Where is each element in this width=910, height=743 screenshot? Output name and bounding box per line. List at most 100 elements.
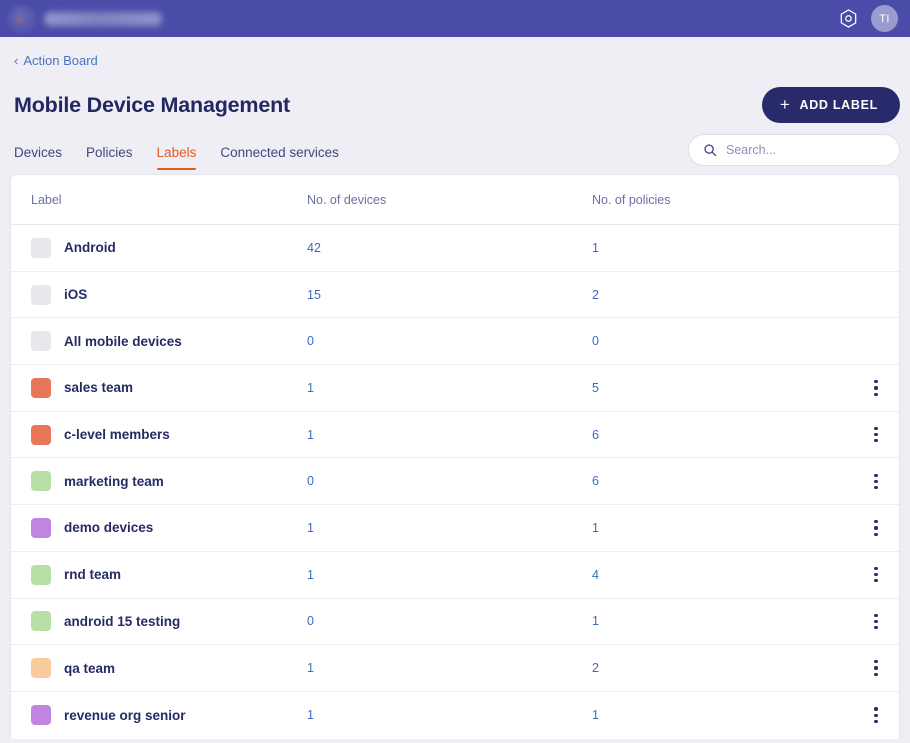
policy-count-link[interactable]: 1 — [592, 614, 599, 628]
label-name: Android — [64, 240, 116, 256]
table-row[interactable]: demo devices 1 1 — [11, 505, 899, 552]
device-count-link[interactable]: 15 — [307, 288, 321, 302]
cell-label: iOS — [11, 284, 307, 305]
policy-count-link[interactable]: 1 — [592, 521, 599, 535]
device-count-link[interactable]: 1 — [307, 708, 314, 722]
cell-device-count: 1 — [307, 379, 592, 397]
device-count-link[interactable]: 1 — [307, 428, 314, 442]
cell-actions — [853, 471, 899, 491]
label-name: All mobile devices — [64, 333, 182, 349]
device-count-link[interactable]: 0 — [307, 474, 314, 488]
tab-labels[interactable]: Labels — [156, 145, 196, 170]
cell-device-count: 1 — [307, 426, 592, 444]
table-body: Android 42 1 iOS 15 2 All mobile devices 0 0 sale… — [11, 225, 899, 739]
cell-device-count: 1 — [307, 706, 592, 724]
search-box[interactable] — [688, 134, 900, 166]
cell-policy-count: 6 — [592, 472, 853, 490]
policy-count-link[interactable]: 6 — [592, 474, 599, 488]
policy-count-link[interactable]: 4 — [592, 568, 599, 582]
policy-count-link[interactable]: 2 — [592, 288, 599, 302]
cell-device-count: 0 — [307, 332, 592, 350]
add-label-button[interactable]: + ADD LABEL — [761, 87, 900, 123]
kebab-menu-icon[interactable] — [866, 705, 886, 725]
tab-devices[interactable]: Devices — [14, 145, 62, 170]
label-name: iOS — [64, 287, 88, 303]
cell-label: revenue org senior — [11, 705, 307, 726]
kebab-menu-icon[interactable] — [866, 565, 886, 585]
cell-actions — [853, 611, 899, 631]
table-row[interactable]: sales team 1 5 — [11, 365, 899, 412]
app-logo-icon — [8, 4, 36, 33]
page-body: ‹ Action Board Mobile Device Management … — [0, 37, 910, 739]
label-name: demo devices — [64, 520, 154, 536]
label-color-swatch — [31, 424, 51, 445]
table-row[interactable]: rnd team 1 4 — [11, 552, 899, 599]
cell-actions — [853, 565, 899, 585]
kebab-menu-icon[interactable] — [866, 471, 886, 491]
kebab-menu-icon[interactable] — [866, 658, 886, 678]
hexagon-gear-icon[interactable] — [838, 8, 859, 29]
policy-count-link[interactable]: 5 — [592, 381, 599, 395]
label-color-swatch — [31, 517, 51, 538]
top-navigation-bar: TI — [0, 0, 910, 37]
label-name: c-level members — [64, 427, 170, 443]
kebab-menu-icon[interactable] — [866, 611, 886, 631]
avatar[interactable]: TI — [871, 5, 898, 32]
cell-policy-count: 1 — [592, 612, 853, 630]
label-color-swatch — [31, 705, 51, 726]
search-input[interactable] — [726, 143, 885, 157]
device-count-link[interactable]: 1 — [307, 568, 314, 582]
cell-device-count: 42 — [307, 239, 592, 257]
device-count-link[interactable]: 0 — [307, 334, 314, 348]
breadcrumb-label: Action Board — [23, 53, 98, 68]
label-color-swatch — [31, 471, 51, 492]
page-title: Mobile Device Management — [14, 92, 290, 117]
device-count-link[interactable]: 0 — [307, 614, 314, 628]
table-row[interactable]: c-level members 1 6 — [11, 412, 899, 459]
policy-count-link[interactable]: 1 — [592, 241, 599, 255]
label-name: marketing team — [64, 473, 164, 489]
kebab-menu-icon[interactable] — [866, 378, 886, 398]
cell-device-count: 1 — [307, 659, 592, 677]
cell-label: sales team — [11, 377, 307, 398]
cell-label: rnd team — [11, 564, 307, 585]
cell-device-count: 0 — [307, 612, 592, 630]
kebab-menu-icon[interactable] — [866, 425, 886, 445]
policy-count-link[interactable]: 6 — [592, 428, 599, 442]
table-row[interactable]: iOS 15 2 — [11, 272, 899, 319]
device-count-link[interactable]: 1 — [307, 381, 314, 395]
tabs-row: Devices Policies Labels Connected servic… — [10, 124, 900, 170]
label-color-swatch — [31, 377, 51, 398]
cell-policy-count: 1 — [592, 706, 853, 724]
cell-label: All mobile devices — [11, 331, 307, 352]
label-color-swatch — [31, 611, 51, 632]
table-row[interactable]: Android 42 1 — [11, 225, 899, 272]
tab-policies[interactable]: Policies — [86, 145, 133, 170]
breadcrumb[interactable]: ‹ Action Board — [10, 37, 98, 68]
column-header-policies: No. of policies — [592, 192, 671, 207]
policy-count-link[interactable]: 0 — [592, 334, 599, 348]
table-row[interactable]: marketing team 0 6 — [11, 458, 899, 506]
label-color-swatch — [31, 658, 51, 679]
kebab-menu-icon[interactable] — [866, 518, 886, 538]
table-row[interactable]: revenue org senior 1 1 — [11, 692, 899, 739]
top-bar-actions: TI — [838, 5, 898, 32]
device-count-link[interactable]: 1 — [307, 661, 314, 675]
cell-label: Android — [11, 237, 307, 258]
cell-policy-count: 6 — [592, 426, 853, 444]
table-row[interactable]: qa team 1 2 — [11, 645, 899, 692]
cell-policy-count: 0 — [592, 332, 853, 350]
cell-label: qa team — [11, 658, 307, 679]
table-row[interactable]: android 15 testing 0 1 — [11, 599, 899, 646]
label-name: android 15 testing — [64, 613, 181, 629]
policy-count-link[interactable]: 2 — [592, 661, 599, 675]
labels-table: Label No. of devices No. of policies And… — [10, 174, 900, 739]
brand[interactable] — [8, 4, 162, 33]
label-name: qa team — [64, 660, 116, 676]
tab-connected-services[interactable]: Connected services — [220, 145, 339, 170]
policy-count-link[interactable]: 1 — [592, 708, 599, 722]
device-count-link[interactable]: 42 — [307, 241, 321, 255]
table-row[interactable]: All mobile devices 0 0 — [11, 318, 899, 366]
device-count-link[interactable]: 1 — [307, 521, 314, 535]
cell-label: c-level members — [11, 424, 307, 445]
